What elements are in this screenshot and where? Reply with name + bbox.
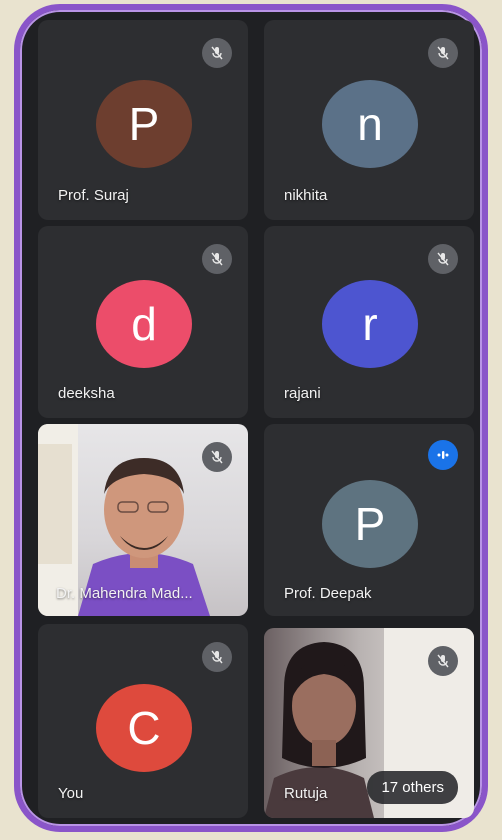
mic-off-icon <box>428 646 458 676</box>
mic-off-icon <box>202 244 232 274</box>
avatar: C <box>96 684 192 772</box>
participant-tile-deeksha[interactable]: d deeksha <box>38 226 248 418</box>
mic-off-icon <box>202 38 232 68</box>
avatar: P <box>322 480 418 568</box>
participant-name: Prof. Deepak <box>284 585 372 602</box>
avatar: P <box>96 80 192 168</box>
avatar: r <box>322 280 418 368</box>
participant-name: Dr. Mahendra Mad... <box>56 585 193 602</box>
participant-name: rajani <box>284 385 321 402</box>
participant-name: You <box>58 785 84 802</box>
meeting-grid-frame: P Prof. Suraj n nikhita d deeksha r raja… <box>14 4 488 832</box>
participant-tile-rajani[interactable]: r rajani <box>264 226 474 418</box>
participant-tile-dr-mahendra[interactable]: Dr. Mahendra Mad... <box>38 424 248 616</box>
mic-off-icon <box>428 38 458 68</box>
others-count-button[interactable]: 17 others <box>367 771 458 804</box>
participant-name: Prof. Suraj <box>58 187 129 204</box>
avatar: d <box>96 280 192 368</box>
participant-tile-you[interactable]: C You <box>38 624 248 818</box>
participant-name: Rutuja <box>284 785 328 802</box>
participant-tile-nikhita[interactable]: n nikhita <box>264 20 474 220</box>
avatar: n <box>322 80 418 168</box>
mic-off-icon <box>428 244 458 274</box>
participant-tile-prof-deepak[interactable]: P Prof. Deepak <box>264 424 474 616</box>
speaking-indicator-icon <box>428 440 458 470</box>
mic-off-icon <box>202 442 232 472</box>
mic-off-icon <box>202 642 232 672</box>
participant-name: deeksha <box>58 385 115 402</box>
participant-tile-prof-suraj[interactable]: P Prof. Suraj <box>38 20 248 220</box>
participant-tile-rutuja[interactable]: Rutuja 17 others <box>264 628 474 818</box>
participant-name: nikhita <box>284 187 328 204</box>
